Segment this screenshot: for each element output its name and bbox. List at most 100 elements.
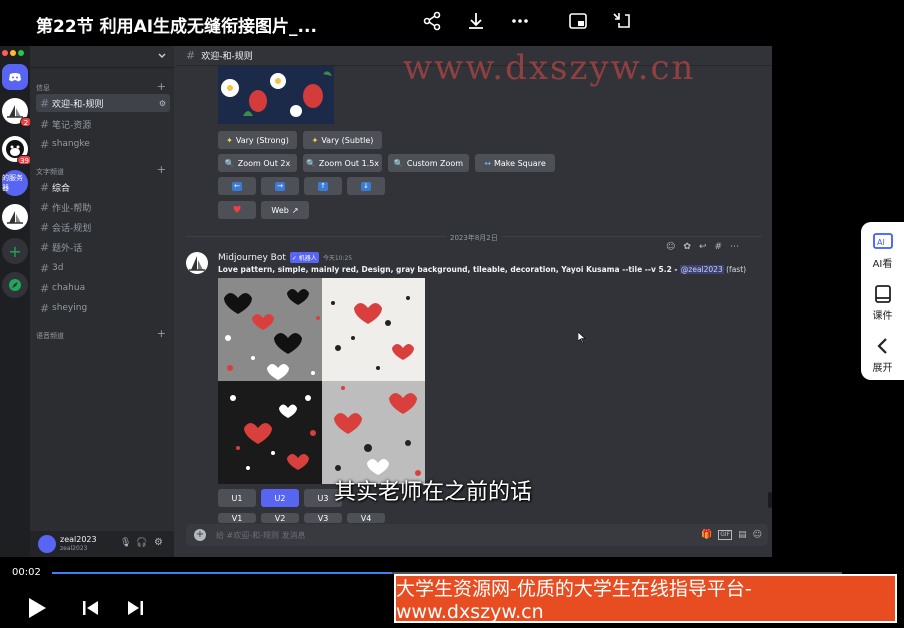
server-icon-2[interactable]: 39: [2, 136, 32, 165]
magnifier-icon: 🔍: [305, 158, 316, 168]
gift-icon[interactable]: 🎁: [701, 530, 712, 540]
channel-chahua[interactable]: # chahua: [36, 279, 170, 297]
gear-icon[interactable]: ⚙: [154, 537, 163, 548]
more-icon[interactable]: ⋯: [730, 242, 739, 258]
hash-icon: #: [40, 96, 50, 110]
channel-label: 欢迎-和-规则: [52, 99, 104, 110]
variation-3-button[interactable]: V3: [304, 513, 342, 523]
server-header[interactable]: [30, 46, 174, 68]
add-server-icon[interactable]: +: [2, 238, 28, 264]
vary-subtle-button[interactable]: ✦ Vary (Subtle): [303, 131, 382, 149]
ai-watch-item[interactable]: AI AI看: [861, 232, 904, 270]
bot-avatar[interactable]: [186, 252, 208, 274]
generated-image-grid[interactable]: [218, 278, 425, 484]
share-icon[interactable]: [419, 8, 445, 34]
vary-strong-button[interactable]: ✦ Vary (Strong): [218, 131, 297, 149]
author-name[interactable]: Midjourney Bot: [218, 253, 286, 263]
variation-1-button[interactable]: V1: [218, 513, 256, 523]
server-icon-3[interactable]: 的服务器: [2, 170, 28, 196]
pan-up-button[interactable]: ↑: [304, 177, 342, 195]
channel-sheying[interactable]: # sheying: [36, 299, 170, 317]
upscale-2-button[interactable]: U2: [261, 489, 299, 507]
add-channel-icon[interactable]: +: [157, 327, 166, 340]
hash-icon: #: [40, 117, 50, 131]
server-icon-1[interactable]: 2: [2, 98, 32, 127]
scrollbar-thumb[interactable]: [768, 492, 772, 508]
ai-watch-label: AI看: [872, 259, 893, 270]
current-time: 00:02: [12, 567, 41, 578]
emoji-icon[interactable]: ☺: [753, 530, 762, 540]
play-button[interactable]: [26, 596, 48, 624]
thread-icon[interactable]: #: [714, 242, 722, 258]
arrow-left-icon: ←: [232, 181, 242, 191]
web-button[interactable]: Web ↗: [261, 201, 309, 219]
previous-button[interactable]: [82, 600, 100, 620]
maximize-dot[interactable]: [18, 50, 24, 56]
channel-notes[interactable]: # 笔记-资源: [36, 115, 170, 133]
minimize-dot[interactable]: [10, 50, 16, 56]
category-text[interactable]: 文字频道: [36, 167, 64, 177]
channel-3d[interactable]: # 3d: [36, 259, 170, 277]
user-mention[interactable]: @zeal2023: [679, 265, 724, 274]
server-icon-4[interactable]: [2, 204, 28, 230]
channel-welcome[interactable]: # 欢迎-和-规则 ⚙: [36, 94, 170, 112]
skip-previous-icon: [83, 601, 98, 615]
channel-offtopic[interactable]: # 题外-话: [36, 238, 170, 256]
channel-label: sheying: [52, 303, 88, 313]
add-channel-icon[interactable]: +: [157, 163, 166, 176]
discord-home-icon[interactable]: [2, 64, 28, 90]
explore-icon[interactable]: [2, 272, 28, 298]
favorite-button[interactable]: ♥: [218, 201, 256, 219]
ai-icon: AI: [872, 233, 893, 249]
bot-tag: ✓ 机器人: [289, 252, 319, 263]
channel-label: shangke: [52, 139, 90, 149]
add-reaction-icon[interactable]: ☺: [666, 242, 675, 258]
variation-4-button[interactable]: V4: [347, 513, 385, 523]
avatar[interactable]: [38, 535, 56, 553]
channel-label: chahua: [52, 283, 86, 293]
channel-label: 会话-规划: [52, 223, 92, 234]
courseware-item[interactable]: 课件: [861, 284, 904, 322]
pan-right-button[interactable]: →: [261, 177, 299, 195]
fullscreen-exit-icon[interactable]: [609, 8, 635, 34]
sticker-icon[interactable]: ▤: [738, 530, 747, 540]
date-divider-label: 2023年8月2日: [446, 233, 502, 243]
custom-zoom-button[interactable]: 🔍 Custom Zoom: [388, 154, 469, 172]
gif-icon[interactable]: GIF: [718, 530, 733, 540]
variation-2-button[interactable]: V2: [261, 513, 299, 523]
message-composer[interactable]: + 给 #欢迎-和-规则 发消息 🎁 GIF ▤ ☺: [186, 524, 768, 546]
book-icon: [874, 285, 891, 303]
attach-icon[interactable]: +: [194, 529, 206, 541]
previous-image[interactable]: [218, 66, 334, 124]
more-icon[interactable]: [507, 8, 533, 34]
expand-item[interactable]: 展开: [861, 336, 904, 374]
button-label: U1: [231, 493, 243, 503]
channel-shangke[interactable]: # shangke: [36, 135, 170, 153]
make-square-button[interactable]: ↔ Make Square: [475, 154, 555, 172]
pip-icon[interactable]: [565, 8, 591, 34]
headphones-icon[interactable]: 🎧: [136, 538, 147, 548]
zoom-out-1-5x-button[interactable]: 🔍 Zoom Out 1.5x: [303, 154, 382, 172]
server-label: 的服务器: [2, 174, 23, 192]
zoom-out-2x-button[interactable]: 🔍 Zoom Out 2x: [218, 154, 297, 172]
channel-session[interactable]: # 会话-规划: [36, 218, 170, 236]
add-channel-icon[interactable]: +: [157, 80, 166, 93]
next-button[interactable]: [126, 600, 144, 620]
sparkle-icon: ✦: [226, 135, 233, 145]
close-dot[interactable]: [2, 50, 8, 56]
category-voice[interactable]: 语音频道: [36, 331, 64, 341]
settings-icon[interactable]: ⚙: [159, 99, 166, 108]
channel-homework[interactable]: # 作业-帮助: [36, 198, 170, 216]
promo-banner[interactable]: 大学生资源网-优质的大学生在线指导平台-www.dxszyw.cn: [394, 574, 897, 623]
message-header: Midjourney Bot ✓ 机器人 今天10:25: [218, 252, 352, 263]
mic-icon[interactable]: 🎙: [120, 538, 131, 548]
download-icon[interactable]: [463, 8, 489, 34]
category-info[interactable]: 信息: [36, 83, 50, 93]
upscale-1-button[interactable]: U1: [218, 489, 256, 507]
pan-left-button[interactable]: ←: [218, 177, 256, 195]
app-icon[interactable]: ✿: [683, 242, 691, 258]
reply-icon[interactable]: ↩: [699, 242, 707, 258]
pan-down-button[interactable]: ↓: [347, 177, 385, 195]
channel-general[interactable]: # 综合: [36, 178, 170, 196]
mode-text: (fast): [726, 265, 747, 274]
